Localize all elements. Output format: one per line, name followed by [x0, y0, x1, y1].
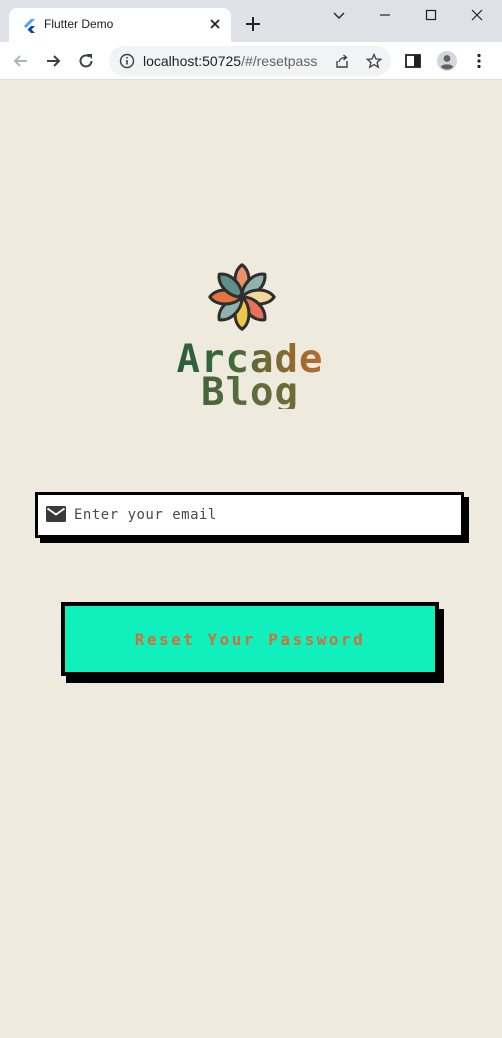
reset-password-button[interactable]: Reset Your Password [61, 602, 439, 676]
email-input[interactable] [74, 501, 454, 529]
url-text[interactable]: localhost:50725/#/resetpass [143, 53, 317, 69]
url-host: localhost:50725 [143, 53, 242, 69]
close-window-icon[interactable] [467, 5, 487, 25]
minimize-icon[interactable] [375, 5, 395, 25]
reset-password-button-label: Reset Your Password [134, 629, 366, 649]
mail-icon [46, 506, 66, 522]
url-path: /#/resetpass [241, 53, 318, 69]
reset-password-page: Arcade Blog Reset Your Password [0, 80, 502, 1038]
tab-title: Flutter Demo [44, 17, 114, 31]
chevron-down-icon[interactable] [329, 5, 349, 25]
flower-logo-icon [208, 263, 276, 331]
reload-icon[interactable] [76, 51, 96, 71]
side-panel-icon[interactable] [404, 52, 422, 70]
maximize-icon[interactable] [421, 5, 441, 25]
email-field[interactable] [35, 492, 464, 538]
close-icon[interactable] [207, 16, 223, 32]
toolbar: localhost:50725/#/resetpass [0, 42, 502, 80]
tab-flutter-demo[interactable]: Flutter Demo [9, 8, 231, 42]
address-bar[interactable]: localhost:50725/#/resetpass [109, 46, 391, 76]
star-icon[interactable] [366, 53, 382, 69]
more-vert-icon[interactable] [470, 52, 488, 70]
info-icon[interactable] [119, 53, 135, 69]
share-icon[interactable] [334, 53, 350, 69]
browser-chrome: Flutter Demo localhost:50725/#/resetpass [0, 0, 502, 80]
plus-icon[interactable] [244, 15, 262, 33]
forward-arrow-icon[interactable] [43, 51, 63, 71]
tab-strip: Flutter Demo [0, 0, 502, 42]
back-arrow-icon[interactable] [11, 51, 31, 71]
profile-icon[interactable] [436, 50, 458, 72]
flutter-icon [24, 19, 35, 33]
app-logo-text: Arcade Blog [150, 340, 350, 412]
